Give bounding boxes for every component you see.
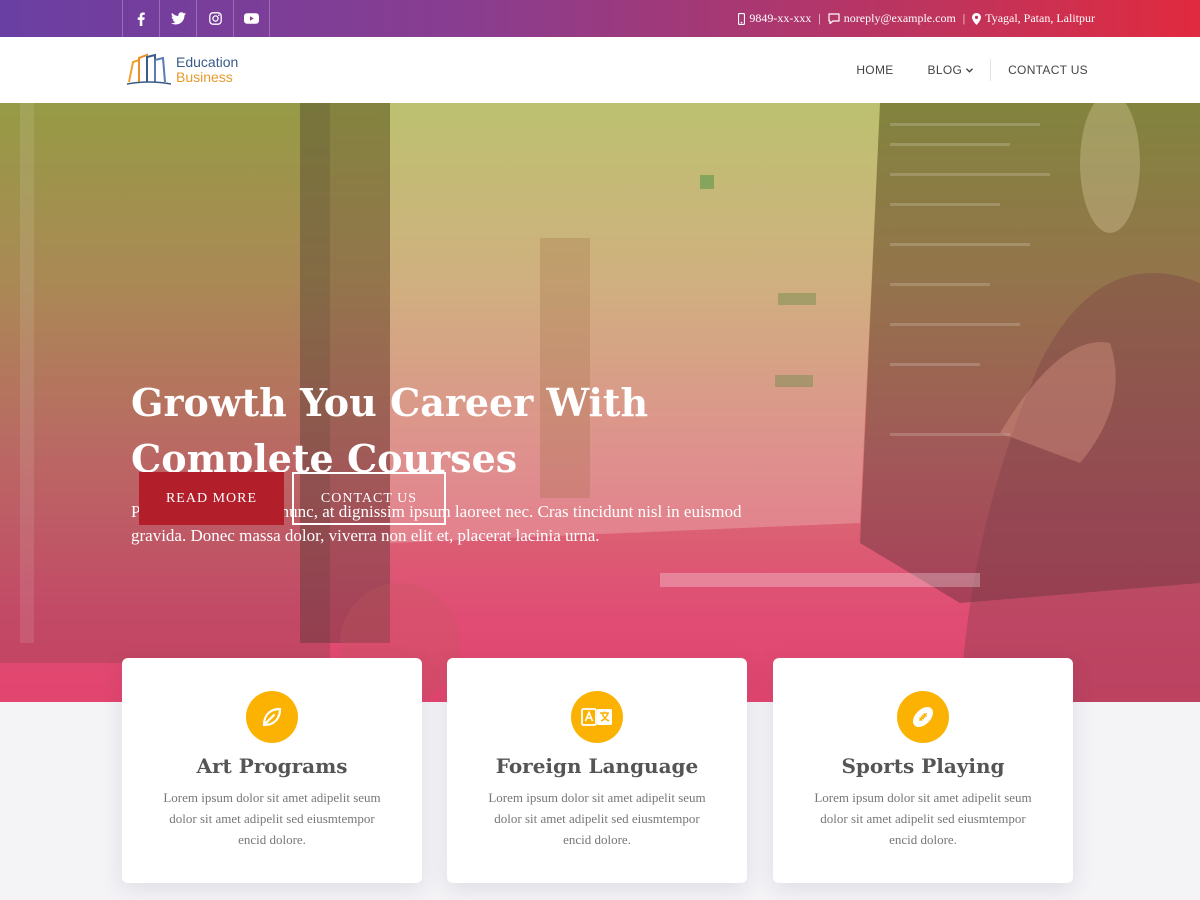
youtube-link[interactable] (233, 0, 270, 37)
card-text: Lorem ipsum dolor sit amet adipelit seum… (163, 790, 381, 847)
football-icon (912, 706, 934, 728)
card-title: Sports Playing (841, 754, 1005, 778)
map-marker-icon (972, 12, 982, 25)
email-address[interactable]: noreply@example.com (844, 11, 956, 26)
logo-text: Education Business (176, 55, 238, 85)
translate-icon (581, 708, 612, 726)
leaf-icon (262, 707, 282, 727)
comment-icon (828, 13, 840, 24)
read-more-button[interactable]: READ MORE (139, 472, 284, 525)
email-info: noreply@example.com (828, 11, 956, 26)
phone-icon (738, 12, 746, 25)
card-text: Lorem ipsum dolor sit amet adipelit seum… (488, 790, 706, 847)
youtube-icon (244, 13, 259, 24)
site-logo[interactable]: Education Business (127, 52, 238, 88)
social-links (122, 0, 270, 37)
twitter-link[interactable] (159, 0, 196, 37)
hero-title-line-1: Growth You Career With (131, 380, 649, 425)
card-icon-wrapper (571, 691, 623, 743)
instagram-link[interactable] (196, 0, 233, 37)
address-text: Tyagal, Patan, Lalitpur (985, 11, 1095, 25)
hero-section: Growth You Career With Complete Courses … (0, 103, 1200, 702)
site-header: Education Business HOME BLOG CONTACT US (0, 37, 1200, 103)
nav-blog-label: BLOG (927, 63, 963, 77)
feature-card-language[interactable]: Foreign Language Lorem ipsum dolor sit a… (447, 658, 747, 883)
feature-card-sports[interactable]: Sports Playing Lorem ipsum dolor sit ame… (773, 658, 1073, 883)
card-icon-wrapper (246, 691, 298, 743)
nav-home[interactable]: HOME (839, 63, 910, 77)
nav-blog[interactable]: BLOG (911, 59, 992, 81)
phone-number: 9849-xx-xxx (749, 11, 812, 25)
chevron-down-icon (966, 67, 974, 73)
instagram-icon (208, 12, 222, 25)
building-logo-icon (127, 53, 171, 85)
facebook-link[interactable] (122, 0, 159, 37)
card-icon-wrapper (897, 691, 949, 743)
feature-card-art[interactable]: Art Programs Lorem ipsum dolor sit amet … (122, 658, 422, 883)
phone-info: 9849-xx-xxx (738, 11, 811, 26)
nav-contact-us[interactable]: CONTACT US (991, 63, 1088, 77)
contact-us-button[interactable]: CONTACT US (292, 472, 446, 525)
twitter-icon (170, 12, 186, 25)
facebook-icon (137, 11, 145, 26)
hero-title: Growth You Career With Complete Courses (131, 375, 751, 487)
logo-line-1: Education (176, 54, 239, 70)
separator: | (962, 11, 966, 25)
main-nav: HOME BLOG CONTACT US (839, 37, 1088, 103)
top-bar: 9849-xx-xxx | noreply@example.com | Tyag… (0, 0, 1200, 37)
card-text: Lorem ipsum dolor sit amet adipelit seum… (814, 790, 1032, 847)
address-info: Tyagal, Patan, Lalitpur (972, 11, 1095, 26)
contact-strip: 9849-xx-xxx | noreply@example.com | Tyag… (738, 0, 1095, 37)
card-title: Art Programs (196, 754, 348, 778)
separator: | (818, 11, 821, 25)
logo-line-2: Business (176, 69, 233, 85)
card-title: Foreign Language (495, 754, 699, 778)
